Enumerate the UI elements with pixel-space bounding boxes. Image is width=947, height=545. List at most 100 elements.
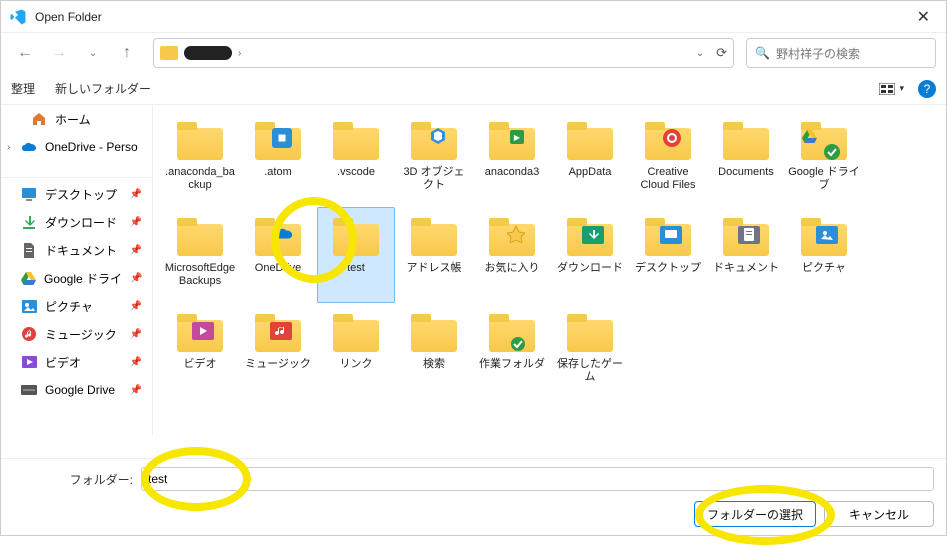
folder-item[interactable]: .atom <box>239 111 317 207</box>
folder-item[interactable]: デスクトップ <box>629 207 707 303</box>
folder-item[interactable]: OneDrive <box>239 207 317 303</box>
view-mode-button[interactable]: ▾ <box>879 83 904 95</box>
folder-item[interactable]: 3D オブジェクト <box>395 111 473 207</box>
sidebar-label: デスクトップ <box>45 186 117 203</box>
folder-item[interactable]: test <box>317 207 395 303</box>
sidebar-item-documents[interactable]: ドキュメント 📌 <box>1 236 152 264</box>
folder-icon <box>176 314 224 352</box>
folder-item[interactable]: アドレス帳 <box>395 207 473 303</box>
select-folder-button[interactable]: フォルダーの選択 <box>694 501 816 527</box>
folder-label: ビデオ <box>182 358 219 371</box>
folder-label: .anaconda_backup <box>162 166 238 192</box>
folder-label: お気に入り <box>483 262 542 275</box>
folder-item[interactable]: ミュージック <box>239 303 317 399</box>
folder-icon <box>410 218 458 256</box>
desktop-icon <box>21 186 37 202</box>
folder-icon <box>254 314 302 352</box>
sidebar-item-downloads[interactable]: ダウンロード 📌 <box>1 208 152 236</box>
folder-label: ダウンロード <box>555 262 625 275</box>
folder-item[interactable]: Documents <box>707 111 785 207</box>
cancel-button[interactable]: キャンセル <box>824 501 934 527</box>
folder-icon <box>410 314 458 352</box>
folder-item[interactable]: Google ドライブ <box>785 111 863 207</box>
folder-item[interactable]: 保存したゲーム <box>551 303 629 399</box>
sidebar-item-videos[interactable]: ビデオ 📌 <box>1 348 152 376</box>
folder-item[interactable]: 検索 <box>395 303 473 399</box>
sidebar-item-gdrive2[interactable]: Google Drive 📌 <box>1 376 152 404</box>
address-bar[interactable]: › ⌄ ⟳ <box>153 38 734 68</box>
nav-forward-button[interactable]: → <box>45 39 73 67</box>
sidebar-item-desktop[interactable]: デスクトップ 📌 <box>1 180 152 208</box>
sidebar-item-home[interactable]: ホーム <box>1 105 152 133</box>
sidebar-item-onedrive[interactable]: › OneDrive - Perso <box>1 133 152 161</box>
folder-label: ミュージック <box>243 358 313 371</box>
chevron-right-icon: › <box>238 48 241 59</box>
vscode-icon <box>9 8 27 26</box>
folder-label: OneDrive <box>253 262 303 275</box>
folder-item[interactable]: お気に入り <box>473 207 551 303</box>
folder-icon <box>176 218 224 256</box>
folder-label: ドキュメント <box>711 262 781 275</box>
nav-recent-button[interactable]: ⌄ <box>79 39 107 67</box>
sidebar-label: ダウンロード <box>45 214 117 231</box>
folder-label: リンク <box>338 358 375 371</box>
new-folder-button[interactable]: 新しいフォルダー <box>55 80 151 97</box>
video-icon <box>21 354 37 370</box>
folder-icon <box>566 122 614 160</box>
folder-item[interactable]: AppData <box>551 111 629 207</box>
sidebar-label: ビデオ <box>45 354 81 371</box>
folder-icon: ▶ <box>488 122 536 160</box>
folder-item[interactable]: Creative Cloud Files <box>629 111 707 207</box>
folder-icon <box>488 218 536 256</box>
refresh-icon[interactable]: ⟳ <box>716 45 727 61</box>
sidebar-item-gdrive[interactable]: Google ドライ 📌 <box>1 264 152 292</box>
sidebar-label: ホーム <box>55 111 91 128</box>
folder-icon <box>644 218 692 256</box>
onedrive-icon <box>21 139 37 155</box>
folder-item[interactable]: 作業フォルダ <box>473 303 551 399</box>
folder-label: アドレス帳 <box>405 262 464 275</box>
folder-item[interactable]: ダウンロード <box>551 207 629 303</box>
folder-label: デスクトップ <box>633 262 703 275</box>
search-input[interactable]: 🔍 野村祥子の検索 <box>746 38 936 68</box>
sidebar-item-pictures[interactable]: ピクチャ 📌 <box>1 292 152 320</box>
folder-label: AppData <box>567 166 614 179</box>
download-icon <box>21 214 37 230</box>
folder-name-input[interactable] <box>141 467 934 491</box>
folder-icon <box>332 314 380 352</box>
chevron-right-icon[interactable]: › <box>7 142 10 153</box>
folder-icon <box>332 122 380 160</box>
folder-icon <box>722 218 770 256</box>
pin-icon: 📌 <box>130 273 142 284</box>
folder-label: test <box>345 262 367 275</box>
help-icon[interactable]: ? <box>918 80 936 98</box>
chevron-down-icon[interactable]: ⌄ <box>696 48 704 59</box>
sidebar-label: ピクチャ <box>45 298 93 315</box>
nav-back-button[interactable]: ← <box>11 39 39 67</box>
folder-icon <box>722 122 770 160</box>
folder-item[interactable]: MicrosoftEdgeBackups <box>161 207 239 303</box>
folder-item[interactable]: .anaconda_backup <box>161 111 239 207</box>
organize-menu[interactable]: 整理 <box>11 80 35 97</box>
pin-icon: 📌 <box>130 217 142 228</box>
folder-label: Creative Cloud Files <box>630 166 706 192</box>
folder-label: .vscode <box>335 166 377 179</box>
sidebar-label: ミュージック <box>45 326 117 343</box>
folder-field-label: フォルダー: <box>13 471 133 488</box>
folder-item[interactable]: リンク <box>317 303 395 399</box>
folder-item[interactable]: .vscode <box>317 111 395 207</box>
sidebar-item-music[interactable]: ミュージック 📌 <box>1 320 152 348</box>
nav-up-button[interactable]: ↑ <box>113 39 141 67</box>
folder-icon <box>800 218 848 256</box>
search-icon: 🔍 <box>755 46 770 60</box>
folder-item[interactable]: ▶ anaconda3 <box>473 111 551 207</box>
folder-icon <box>488 314 536 352</box>
sidebar-label: OneDrive - Perso <box>45 140 138 154</box>
folder-item[interactable]: ビデオ <box>161 303 239 399</box>
close-icon[interactable]: ✕ <box>909 3 938 31</box>
folder-item[interactable]: ドキュメント <box>707 207 785 303</box>
folder-icon <box>566 314 614 352</box>
music-icon <box>21 326 37 342</box>
folder-item[interactable]: ピクチャ <box>785 207 863 303</box>
folder-label: MicrosoftEdgeBackups <box>162 262 238 288</box>
